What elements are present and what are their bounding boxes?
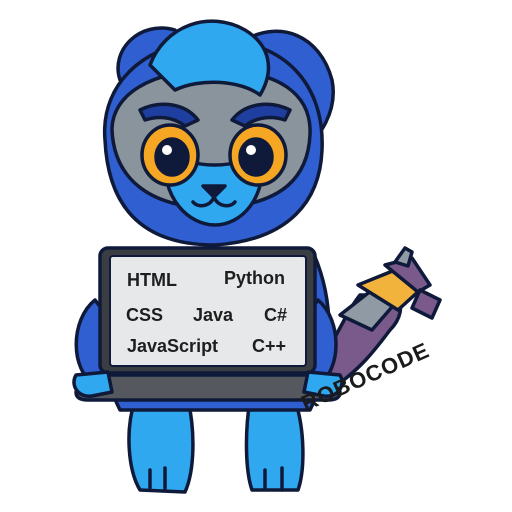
screen-lang-python: Python	[224, 268, 285, 288]
left-leg	[127, 398, 195, 494]
screen-lang-html: HTML	[127, 270, 177, 290]
paw-left	[72, 370, 114, 398]
screen-lang-csharp: C#	[264, 305, 288, 325]
screen-lang-cpp: C++	[252, 336, 287, 356]
right-leg	[244, 398, 305, 492]
robocode-mascot-illustration	[72, 19, 442, 494]
screen-lang-java: Java	[193, 305, 234, 325]
sticker: HTML Python CSS Java C# JavaScript C++ R…	[0, 0, 512, 512]
screen-lang-javascript: JavaScript	[127, 336, 219, 356]
screen-lang-css: CSS	[126, 305, 164, 325]
